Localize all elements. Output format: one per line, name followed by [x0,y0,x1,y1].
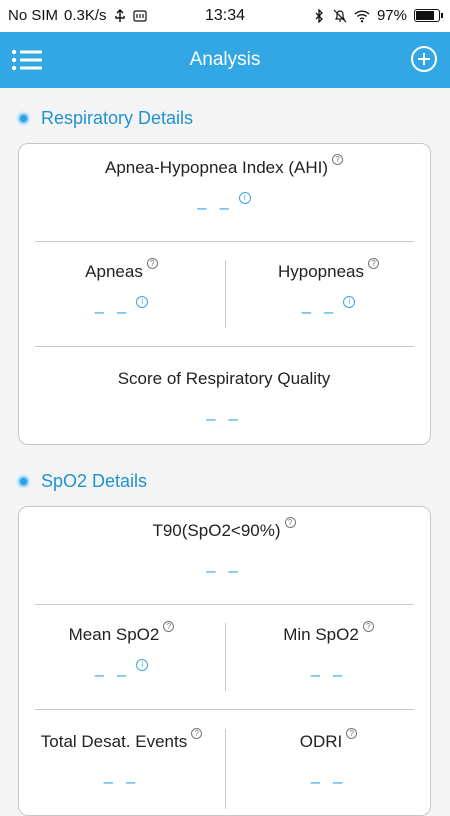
min-spo2-label: Min SpO2 ? [283,621,374,645]
t90-cell: T90(SpO2<90%) ? – – [19,517,429,581]
mean-spo2-value-text: – – [94,665,131,684]
mute-bell-icon [333,9,347,22]
spo2-card: T90(SpO2<90%) ? – – Mean SpO2 ? – – i Mi… [18,506,431,816]
odri-value: – – [310,772,347,791]
ahi-label: Apnea-Hypopnea Index (AHI) ? [104,154,344,178]
score-label: Score of Respiratory Quality [118,369,331,389]
battery-icon [414,9,443,22]
info-icon[interactable]: i [136,659,149,671]
info-icon[interactable]: i [343,296,356,308]
score-value: – – [206,409,242,428]
bullet-dot-icon [18,113,29,124]
spo2-section-title: SpO2 Details [41,471,148,491]
battery-percent-text: 97% [376,7,407,24]
app-header: Analysis [0,32,450,88]
score-label-text: Score of Respiratory Quality [117,369,331,388]
apneas-cell: Apneas ? – – i [19,258,224,322]
info-icon[interactable]: i [136,296,149,308]
mean-spo2-value: – – i [94,659,149,685]
help-question-icon[interactable]: ? [163,621,175,632]
help-question-icon[interactable]: ? [362,621,374,632]
t90-value: – – [206,561,242,580]
desat-events-label-text: Total Desat. Events [40,732,188,751]
help-question-icon[interactable]: ? [332,154,344,165]
desat-events-cell: Total Desat. Events ? – – [19,728,224,792]
hypopneas-value: – – i [301,296,356,322]
mean-spo2-cell: Mean SpO2 ? – – i [19,621,224,685]
wifi-icon [354,9,370,22]
help-question-icon[interactable]: ? [284,517,296,528]
mean-spo2-label: Mean SpO2 ? [68,621,175,645]
apneas-label: Apneas ? [85,258,158,282]
plus-circle-icon[interactable] [410,45,438,73]
help-question-icon[interactable]: ? [191,728,203,739]
bullet-dot-icon [18,476,29,487]
help-question-icon[interactable]: ? [146,258,158,269]
divider [35,604,414,605]
help-question-icon[interactable]: ? [346,728,358,739]
t90-label: T90(SpO2<90%) ? [152,517,296,541]
apneas-value: – – i [94,296,149,322]
odri-label-text: ODRI [299,732,343,751]
hypopneas-label-text: Hypopneas [277,262,364,281]
desat-events-value: – – [103,772,140,791]
help-question-icon[interactable]: ? [368,258,379,269]
divider [35,709,414,710]
apneas-label-text: Apneas [85,262,143,281]
t90-label-text: T90(SpO2<90%) [152,521,281,540]
divider [35,241,414,242]
ahi-label-text: Apnea-Hypopnea Index (AHI) [104,158,329,177]
info-icon[interactable]: i [238,192,251,204]
bluetooth-icon [315,8,323,23]
min-spo2-cell: Min SpO2 ? – – [226,621,431,685]
ahi-value-text: – – [197,198,233,217]
apneas-value-text: – – [94,302,131,321]
divider [35,346,414,347]
page-title: Analysis [189,49,261,70]
odri-label: ODRI ? [299,728,358,752]
desat-events-label: Total Desat. Events ? [40,728,203,752]
hypopneas-value-text: – – [301,302,338,321]
min-spo2-value: – – [310,665,347,684]
respiratory-section-title: Respiratory Details [41,108,194,128]
score-cell: Score of Respiratory Quality – – [19,369,429,429]
min-spo2-label-text: Min SpO2 [283,625,359,644]
ahi-cell: Apnea-Hypopnea Index (AHI) ? – – i [19,154,429,218]
spo2-section-header: SpO2 Details [18,471,147,492]
mean-spo2-label-text: Mean SpO2 [68,625,160,644]
ahi-value: – – i [197,192,251,218]
respiratory-card: Apnea-Hypopnea Index (AHI) ? – – i Apnea… [18,143,431,445]
hypopneas-cell: Hypopneas ? – – i [226,258,431,322]
odri-cell: ODRI ? – – [226,728,431,792]
hypopneas-label: Hypopneas ? [277,258,379,282]
respiratory-section-header: Respiratory Details [18,108,193,129]
status-bar: No SIM 0.3K/s 13:34 97% [0,0,450,32]
